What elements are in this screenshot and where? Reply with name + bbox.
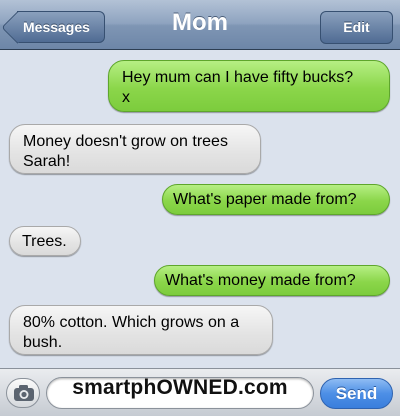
navigation-bar: Messages Mom Edit (0, 0, 400, 50)
message-bubble-incoming: Money doesn't grow on trees Sarah! (9, 124, 261, 174)
send-button[interactable]: Send (320, 378, 393, 409)
message-bubble-incoming: 80% cotton. Which grows on a bush. (9, 305, 273, 355)
message-bubble-outgoing: What's paper made from? (162, 184, 390, 215)
message-bubble-incoming: Trees. (9, 226, 81, 256)
edit-button[interactable]: Edit (320, 11, 393, 44)
watermark-brand-text: smartphOWNED.com (72, 376, 288, 399)
message-bubble-outgoing: Hey mum can I have fifty bucks? x (108, 60, 390, 112)
camera-icon (14, 385, 34, 401)
camera-button[interactable] (6, 378, 40, 408)
message-bubble-outgoing: What's money made from? (154, 265, 390, 296)
